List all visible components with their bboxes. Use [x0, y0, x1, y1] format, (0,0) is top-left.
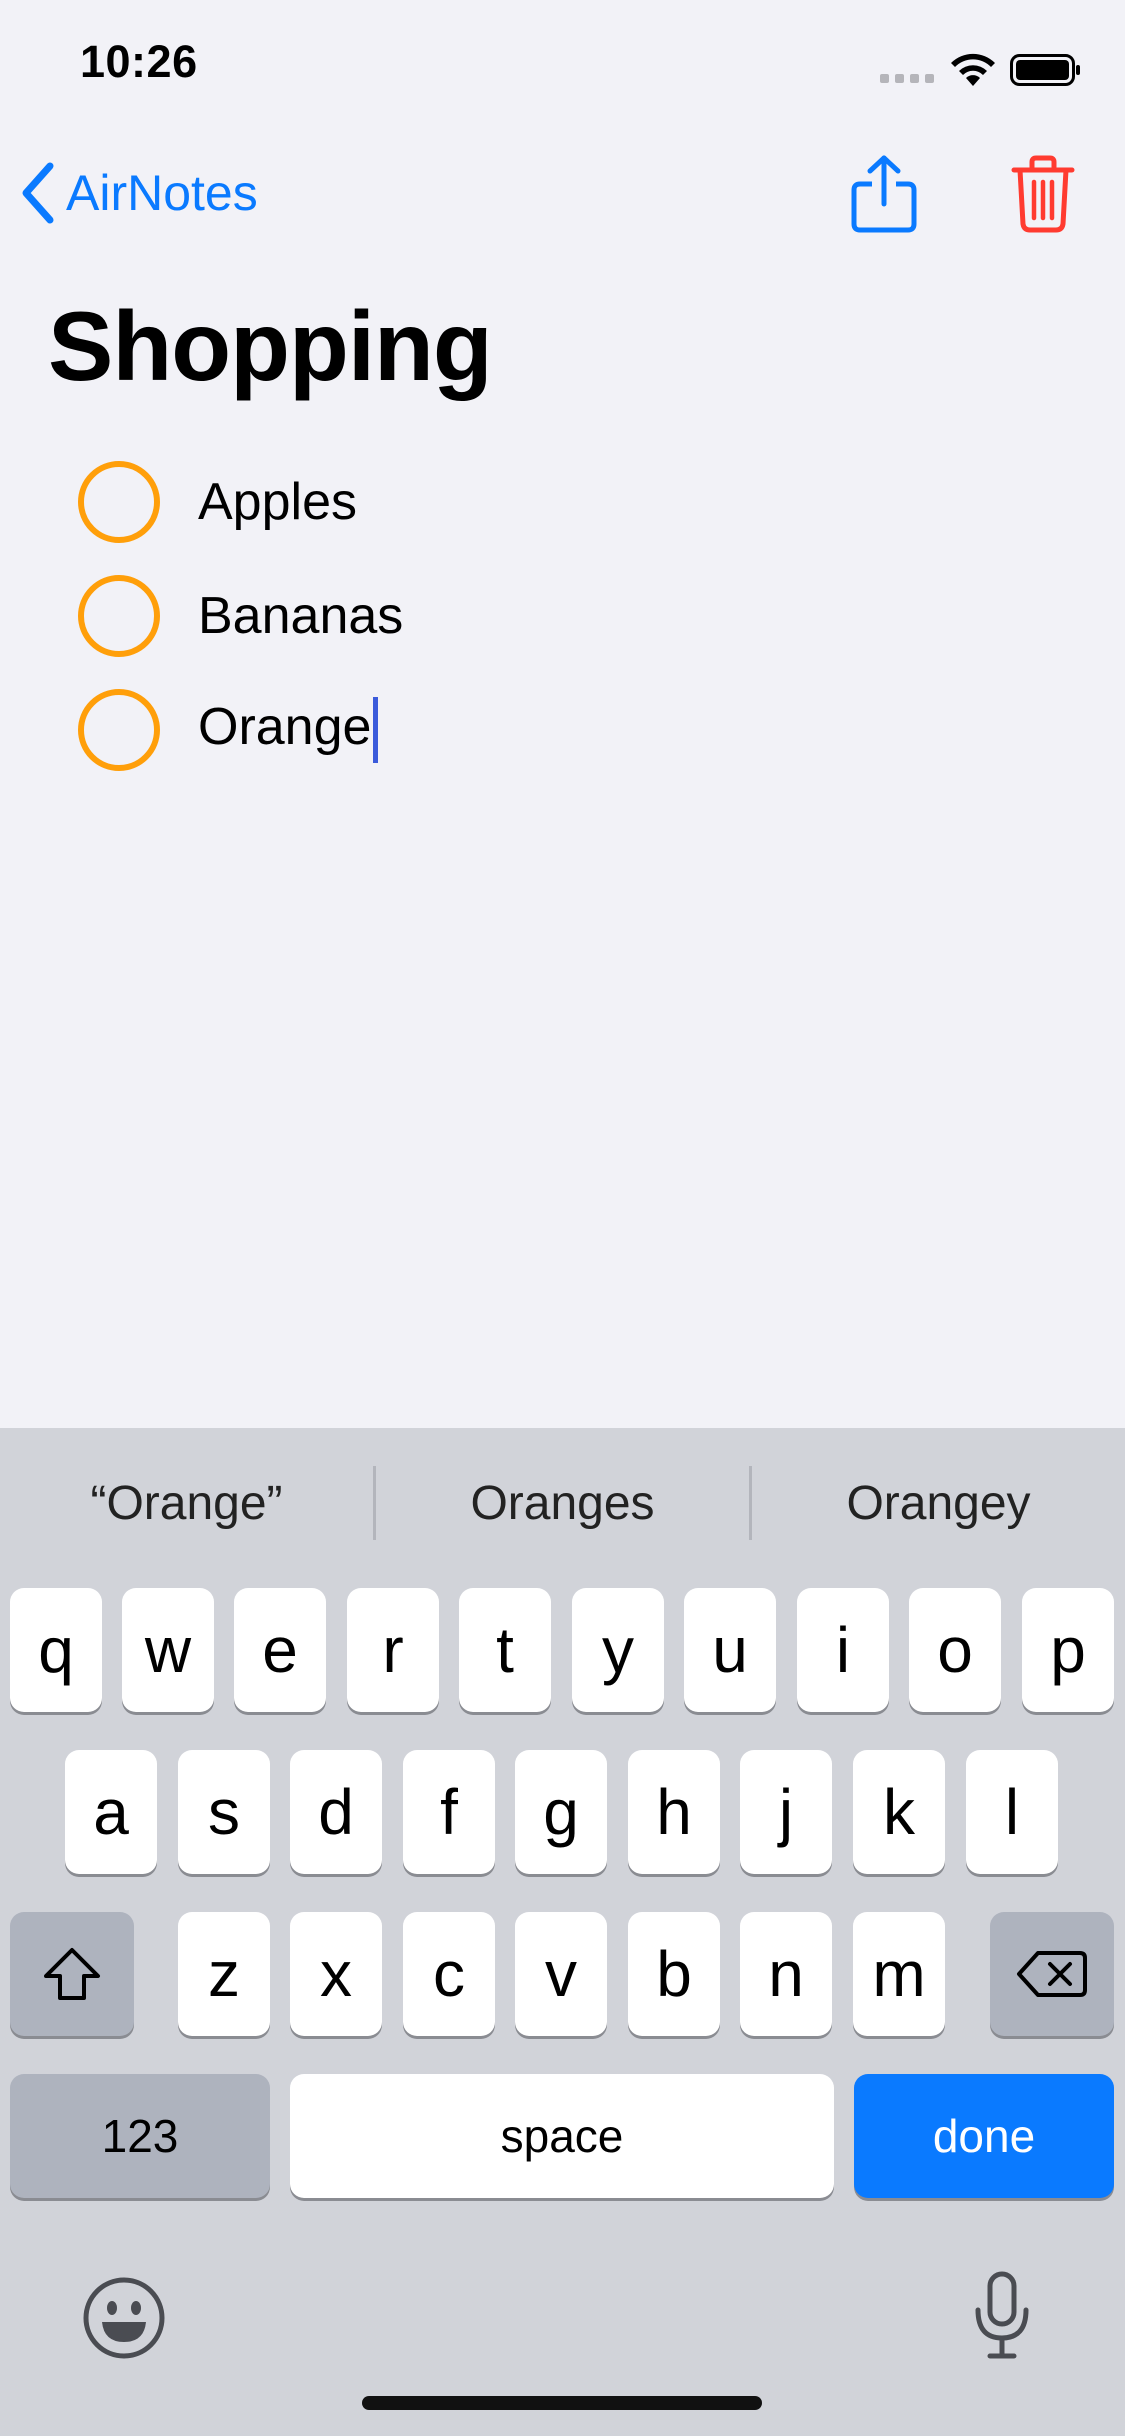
checkbox-circle-icon[interactable]: [78, 461, 160, 543]
backspace-icon: [1017, 1951, 1087, 1997]
predictive-bar: “Orange” Oranges Orangey: [0, 1428, 1125, 1578]
key-b[interactable]: b: [628, 1912, 720, 2036]
checklist-item: Orange: [78, 673, 978, 787]
key-j[interactable]: j: [740, 1750, 832, 1874]
back-button[interactable]: AirNotes: [20, 162, 258, 224]
wifi-icon: [951, 53, 995, 86]
shift-arrow-icon: [44, 1948, 100, 2000]
key-c[interactable]: c: [403, 1912, 495, 2036]
key-k[interactable]: k: [853, 1750, 945, 1874]
checklist-item-text[interactable]: Bananas: [198, 586, 403, 646]
key-q[interactable]: q: [10, 1588, 102, 1712]
shift-key[interactable]: [10, 1912, 134, 2036]
text-cursor: [373, 697, 379, 764]
microphone-icon[interactable]: [970, 2270, 1034, 2362]
suggestion-1[interactable]: “Orange”: [0, 1476, 373, 1531]
trash-icon[interactable]: [1010, 154, 1076, 234]
key-u[interactable]: u: [684, 1588, 776, 1712]
checklist-item-text[interactable]: Apples: [198, 472, 357, 532]
key-e[interactable]: e: [234, 1588, 326, 1712]
space-key[interactable]: space: [290, 2074, 834, 2198]
key-z[interactable]: z: [178, 1912, 270, 2036]
key-n[interactable]: n: [740, 1912, 832, 2036]
chevron-left-icon: [22, 162, 54, 224]
checklist-item: Apples: [78, 445, 978, 559]
key-v[interactable]: v: [515, 1912, 607, 2036]
battery-icon: [1010, 54, 1080, 86]
key-p[interactable]: p: [1022, 1588, 1114, 1712]
checklist: Apples Bananas Orange: [78, 445, 978, 787]
key-m[interactable]: m: [853, 1912, 945, 2036]
back-label: AirNotes: [66, 165, 258, 221]
done-key[interactable]: done: [854, 2074, 1114, 2198]
key-l[interactable]: l: [966, 1750, 1058, 1874]
key-t[interactable]: t: [459, 1588, 551, 1712]
key-s[interactable]: s: [178, 1750, 270, 1874]
key-w[interactable]: w: [122, 1588, 214, 1712]
key-h[interactable]: h: [628, 1750, 720, 1874]
checklist-item: Bananas: [78, 559, 978, 673]
cellular-signal-icon: [880, 74, 936, 84]
key-x[interactable]: x: [290, 1912, 382, 2036]
status-time: 10:26: [80, 36, 198, 87]
share-icon[interactable]: [850, 154, 918, 234]
checkbox-circle-icon[interactable]: [78, 575, 160, 657]
suggestion-2[interactable]: Oranges: [376, 1476, 749, 1531]
key-d[interactable]: d: [290, 1750, 382, 1874]
keyboard: “Orange” Oranges Orangey q w e r t y u i…: [0, 1428, 1125, 2436]
numbers-key[interactable]: 123: [10, 2074, 270, 2198]
checkbox-circle-icon[interactable]: [78, 689, 160, 771]
checklist-item-text-editing[interactable]: Orange: [198, 697, 379, 764]
key-y[interactable]: y: [572, 1588, 664, 1712]
delete-key[interactable]: [990, 1912, 1114, 2036]
key-g[interactable]: g: [515, 1750, 607, 1874]
home-indicator[interactable]: [362, 2396, 762, 2410]
key-f[interactable]: f: [403, 1750, 495, 1874]
key-o[interactable]: o: [909, 1588, 1001, 1712]
key-i[interactable]: i: [797, 1588, 889, 1712]
key-a[interactable]: a: [65, 1750, 157, 1874]
suggestion-3[interactable]: Orangey: [752, 1476, 1125, 1531]
checklist-item-text: Orange: [198, 697, 372, 756]
note-title: Shopping: [48, 291, 493, 401]
emoji-icon[interactable]: [82, 2276, 166, 2360]
key-r[interactable]: r: [347, 1588, 439, 1712]
